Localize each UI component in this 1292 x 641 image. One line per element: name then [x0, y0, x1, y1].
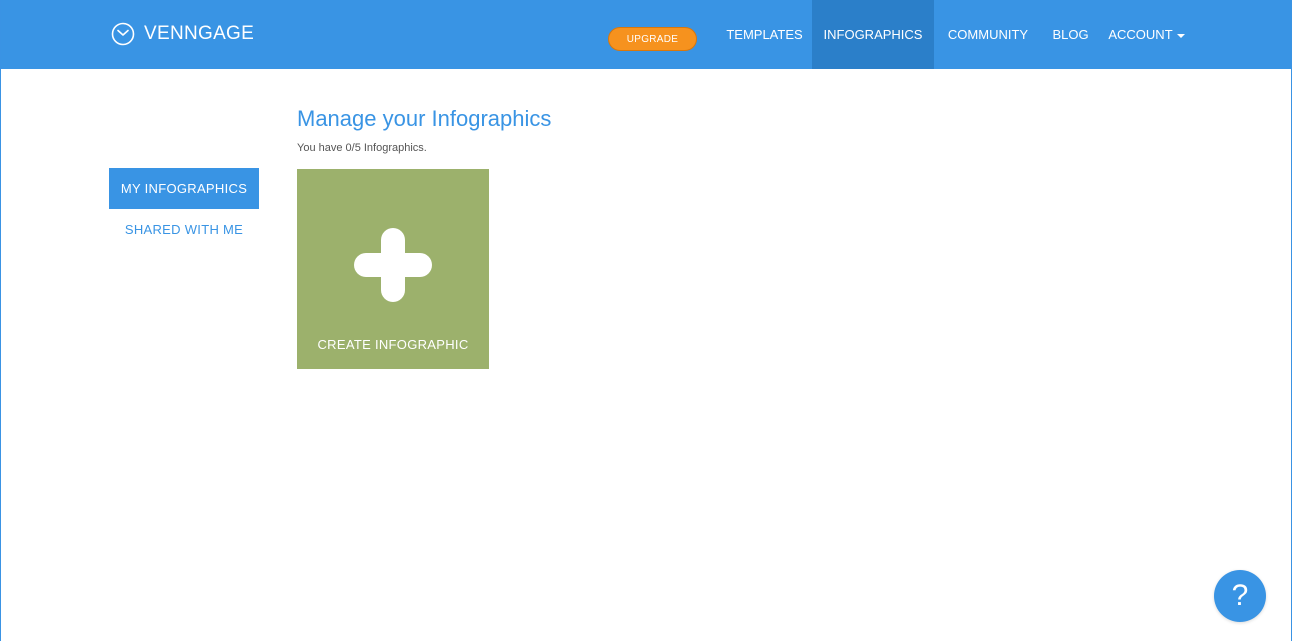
- nav-account-dropdown[interactable]: ACCOUNT: [1099, 0, 1194, 69]
- nav-community[interactable]: COMMUNITY: [934, 0, 1042, 69]
- plus-icon: [354, 228, 432, 302]
- help-button[interactable]: ?: [1214, 570, 1266, 622]
- plus-icon-horizontal-bar: [354, 253, 432, 277]
- sidebar-item-label: SHARED WITH ME: [124, 221, 244, 237]
- nav-infographics[interactable]: INFOGRAPHICS: [812, 0, 934, 69]
- help-icon: ?: [1231, 579, 1249, 612]
- create-infographic-card[interactable]: CREATE INFOGRAPHIC: [297, 169, 489, 369]
- nav-account-label: ACCOUNT: [1108, 27, 1173, 42]
- top-navigation-bar: VENNGAGE UPGRADE TEMPLATES INFOGRAPHICS …: [1, 0, 1291, 69]
- nav-community-label: COMMUNITY: [947, 27, 1029, 42]
- nav-infographics-label: INFOGRAPHICS: [823, 27, 923, 42]
- page-title: Manage your Infographics: [297, 106, 552, 131]
- sidebar-item-label: MY INFOGRAPHICS: [120, 181, 248, 196]
- nav-templates-label: TEMPLATES: [726, 27, 803, 42]
- nav-blog-label: BLOG: [1052, 27, 1089, 42]
- app-window: VENNGAGE UPGRADE TEMPLATES INFOGRAPHICS …: [0, 0, 1292, 641]
- caret-down-icon: [1176, 33, 1185, 38]
- create-infographic-label: CREATE INFOGRAPHIC: [317, 337, 469, 352]
- upgrade-button[interactable]: UPGRADE: [608, 27, 697, 51]
- infographics-count-text: You have 0/5 Infographics.: [297, 142, 427, 154]
- nav-templates[interactable]: TEMPLATES: [717, 0, 812, 69]
- sidebar-item-shared-with-me[interactable]: SHARED WITH ME: [109, 209, 259, 249]
- nav-blog[interactable]: BLOG: [1042, 0, 1099, 69]
- main-nav: UPGRADE TEMPLATES INFOGRAPHICS COMMUNITY…: [1, 0, 1291, 69]
- sidebar-item-my-infographics[interactable]: MY INFOGRAPHICS: [109, 168, 259, 209]
